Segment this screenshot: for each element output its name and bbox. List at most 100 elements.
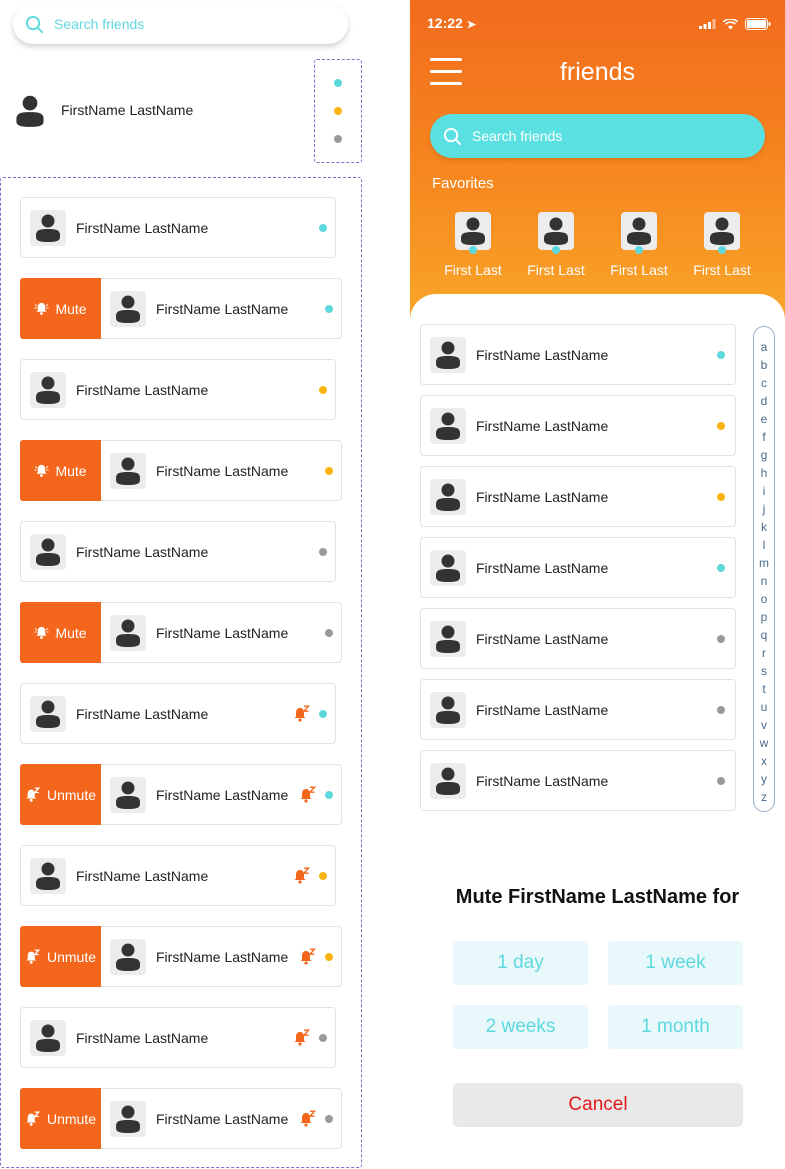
friend-name: FirstName LastName: [76, 543, 209, 560]
phone-screen: 12:22 ➤ friends Search friends Favorites: [410, 0, 785, 1169]
action-label: Unmute: [46, 948, 97, 965]
alphabet-letter[interactable]: r: [754, 644, 774, 662]
friend-row[interactable]: FirstName LastName: [420, 324, 736, 385]
alphabet-index[interactable]: abcdefghijklmnopqrstuvwxyz: [753, 326, 775, 812]
alphabet-letter[interactable]: q: [754, 626, 774, 644]
unmute-button[interactable]: Unmute: [20, 764, 101, 825]
friend-name: FirstName LastName: [476, 559, 609, 576]
alphabet-letter[interactable]: d: [754, 392, 774, 410]
favorite-name: First Last: [610, 262, 668, 278]
person-icon: [627, 216, 651, 246]
status-dot: [717, 635, 725, 643]
search-icon: [25, 15, 44, 34]
favorites-label: Favorites: [432, 175, 494, 192]
bell-icon: [34, 463, 49, 478]
alphabet-letter[interactable]: i: [754, 482, 774, 500]
alphabet-letter[interactable]: x: [754, 752, 774, 770]
friend-row[interactable]: Unmute FirstName LastName: [20, 926, 342, 987]
friend-row[interactable]: FirstName LastName: [420, 537, 736, 598]
friend-row[interactable]: FirstName LastName: [20, 359, 336, 420]
friend-row[interactable]: Mute FirstName LastName: [20, 440, 342, 501]
person-icon: [436, 340, 460, 370]
favorite-friend[interactable]: First Last: [604, 212, 674, 278]
friend-row[interactable]: FirstName LastName: [20, 1007, 336, 1068]
friend-row[interactable]: FirstName LastName: [420, 608, 736, 669]
favorite-friend[interactable]: First Last: [438, 212, 508, 278]
friend-row[interactable]: FirstName LastName: [420, 679, 736, 740]
friend-name: FirstName LastName: [476, 701, 609, 718]
alphabet-letter[interactable]: o: [754, 590, 774, 608]
favorite-name: First Last: [693, 262, 751, 278]
bell-snooze-icon: [25, 787, 41, 803]
status-dot: [635, 246, 643, 254]
alphabet-letter[interactable]: j: [754, 500, 774, 518]
friend-name: FirstName LastName: [76, 219, 209, 236]
mute-option-1-month[interactable]: 1 month: [608, 1005, 743, 1049]
page-title: friends: [559, 58, 636, 86]
status-dot: [717, 564, 725, 572]
alphabet-letter[interactable]: s: [754, 662, 774, 680]
alphabet-letter[interactable]: c: [754, 374, 774, 392]
alphabet-letter[interactable]: k: [754, 518, 774, 536]
person-icon: [436, 482, 460, 512]
alphabet-letter[interactable]: u: [754, 698, 774, 716]
person-icon: [116, 1104, 140, 1134]
alphabet-letter[interactable]: e: [754, 410, 774, 428]
friend-row[interactable]: Unmute FirstName LastName: [20, 764, 342, 825]
favorite-friend[interactable]: F: [770, 212, 785, 278]
alphabet-letter[interactable]: a: [754, 338, 774, 356]
friend-row[interactable]: FirstName LastName: [20, 521, 336, 582]
mute-button[interactable]: Mute: [20, 278, 101, 339]
friend-row[interactable]: FirstName LastName: [420, 395, 736, 456]
friend-row[interactable]: Mute FirstName LastName: [20, 278, 342, 339]
friend-name: FirstName LastName: [76, 381, 209, 398]
avatar: [430, 762, 466, 799]
alphabet-letter[interactable]: f: [754, 428, 774, 446]
alphabet-letter[interactable]: w: [754, 734, 774, 752]
search-input[interactable]: Search friends: [430, 114, 765, 158]
alphabet-letter[interactable]: v: [754, 716, 774, 734]
status-dot-variants: [314, 59, 362, 163]
favorite-friend[interactable]: First Last: [521, 212, 591, 278]
mute-button[interactable]: Mute: [20, 602, 101, 663]
mute-option-1-day[interactable]: 1 day: [453, 941, 588, 985]
unmute-button[interactable]: Unmute: [20, 926, 101, 987]
unmute-button[interactable]: Unmute: [20, 1088, 101, 1149]
mute-option-1-week[interactable]: 1 week: [608, 941, 743, 985]
status-dot-online: [334, 79, 342, 87]
mute-option-2-weeks[interactable]: 2 weeks: [453, 1005, 588, 1049]
status-dot: [325, 466, 333, 475]
friend-name: FirstName LastName: [476, 772, 609, 789]
search-bar[interactable]: Search friends: [13, 4, 348, 44]
cancel-button[interactable]: Cancel: [453, 1083, 743, 1127]
avatar: [430, 336, 466, 373]
person-icon: [36, 213, 60, 243]
avatar: [30, 209, 66, 246]
person-icon: [436, 411, 460, 441]
alphabet-letter[interactable]: y: [754, 770, 774, 788]
bell-snooze-icon: [25, 1111, 41, 1127]
alphabet-letter[interactable]: z: [754, 788, 774, 806]
alphabet-letter[interactable]: l: [754, 536, 774, 554]
mute-button[interactable]: Mute: [20, 440, 101, 501]
favorite-friend[interactable]: First Last: [687, 212, 757, 278]
avatar: [110, 1100, 146, 1137]
friend-name: FirstName LastName: [76, 705, 209, 722]
friend-row[interactable]: FirstName LastName: [420, 466, 736, 527]
friend-row[interactable]: FirstName LastName: [20, 683, 336, 744]
friend-row[interactable]: Unmute FirstName LastName: [20, 1088, 342, 1149]
alphabet-letter[interactable]: p: [754, 608, 774, 626]
alphabet-letter[interactable]: m: [754, 554, 774, 572]
friend-row[interactable]: Mute FirstName LastName: [20, 602, 342, 663]
alphabet-letter[interactable]: h: [754, 464, 774, 482]
alphabet-letter[interactable]: n: [754, 572, 774, 590]
alphabet-letter[interactable]: b: [754, 356, 774, 374]
alphabet-letter[interactable]: g: [754, 446, 774, 464]
friend-row[interactable]: FirstName LastName: [420, 750, 736, 811]
friend-name: FirstName LastName: [156, 786, 289, 803]
friend-row[interactable]: FirstName LastName: [20, 845, 336, 906]
status-dot: [319, 1033, 327, 1042]
alphabet-letter[interactable]: t: [754, 680, 774, 698]
friend-row[interactable]: FirstName LastName: [20, 197, 336, 258]
bell-snooze-icon: [293, 1029, 311, 1047]
